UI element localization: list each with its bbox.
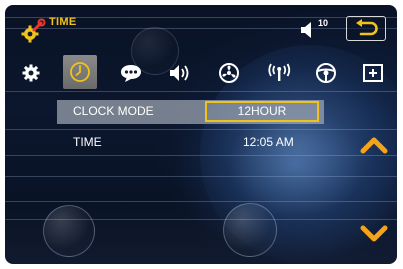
time-label: TIME [73, 135, 102, 149]
time-value[interactable]: 12:05 AM [243, 135, 294, 149]
chat-bubble-icon[interactable] [116, 58, 146, 88]
clock-mode-value[interactable]: 12HOUR [205, 101, 319, 122]
scroll-down-icon[interactable] [359, 223, 389, 245]
clock-icon[interactable] [63, 55, 97, 89]
volume-level: 10 [318, 18, 329, 28]
page-title: TIME [49, 16, 77, 28]
decorative-bubble [43, 205, 95, 257]
decorative-bubble [223, 203, 277, 257]
volume-indicator: 10 [299, 18, 333, 40]
divider [5, 129, 397, 130]
plus-box-icon[interactable] [358, 58, 388, 88]
divider [5, 155, 397, 156]
speaker-volume-icon [301, 22, 311, 38]
antenna-icon[interactable] [264, 58, 294, 88]
divider [5, 201, 397, 202]
back-button[interactable] [346, 16, 386, 41]
gear-icon[interactable] [16, 58, 46, 88]
divider [5, 91, 397, 92]
speaker-icon[interactable] [165, 58, 195, 88]
divider [5, 28, 397, 29]
fan-icon[interactable] [214, 58, 244, 88]
screen: TIME 10 CLOCK MODE 12HOUR TIME 12:05 AM [5, 5, 397, 264]
steering-wheel-icon[interactable] [311, 58, 341, 88]
clock-mode-label: CLOCK MODE [73, 104, 154, 118]
divider [5, 176, 397, 177]
return-arrow-icon [356, 19, 378, 36]
scroll-up-icon[interactable] [359, 134, 389, 156]
wrench-gear-icon [21, 18, 46, 43]
